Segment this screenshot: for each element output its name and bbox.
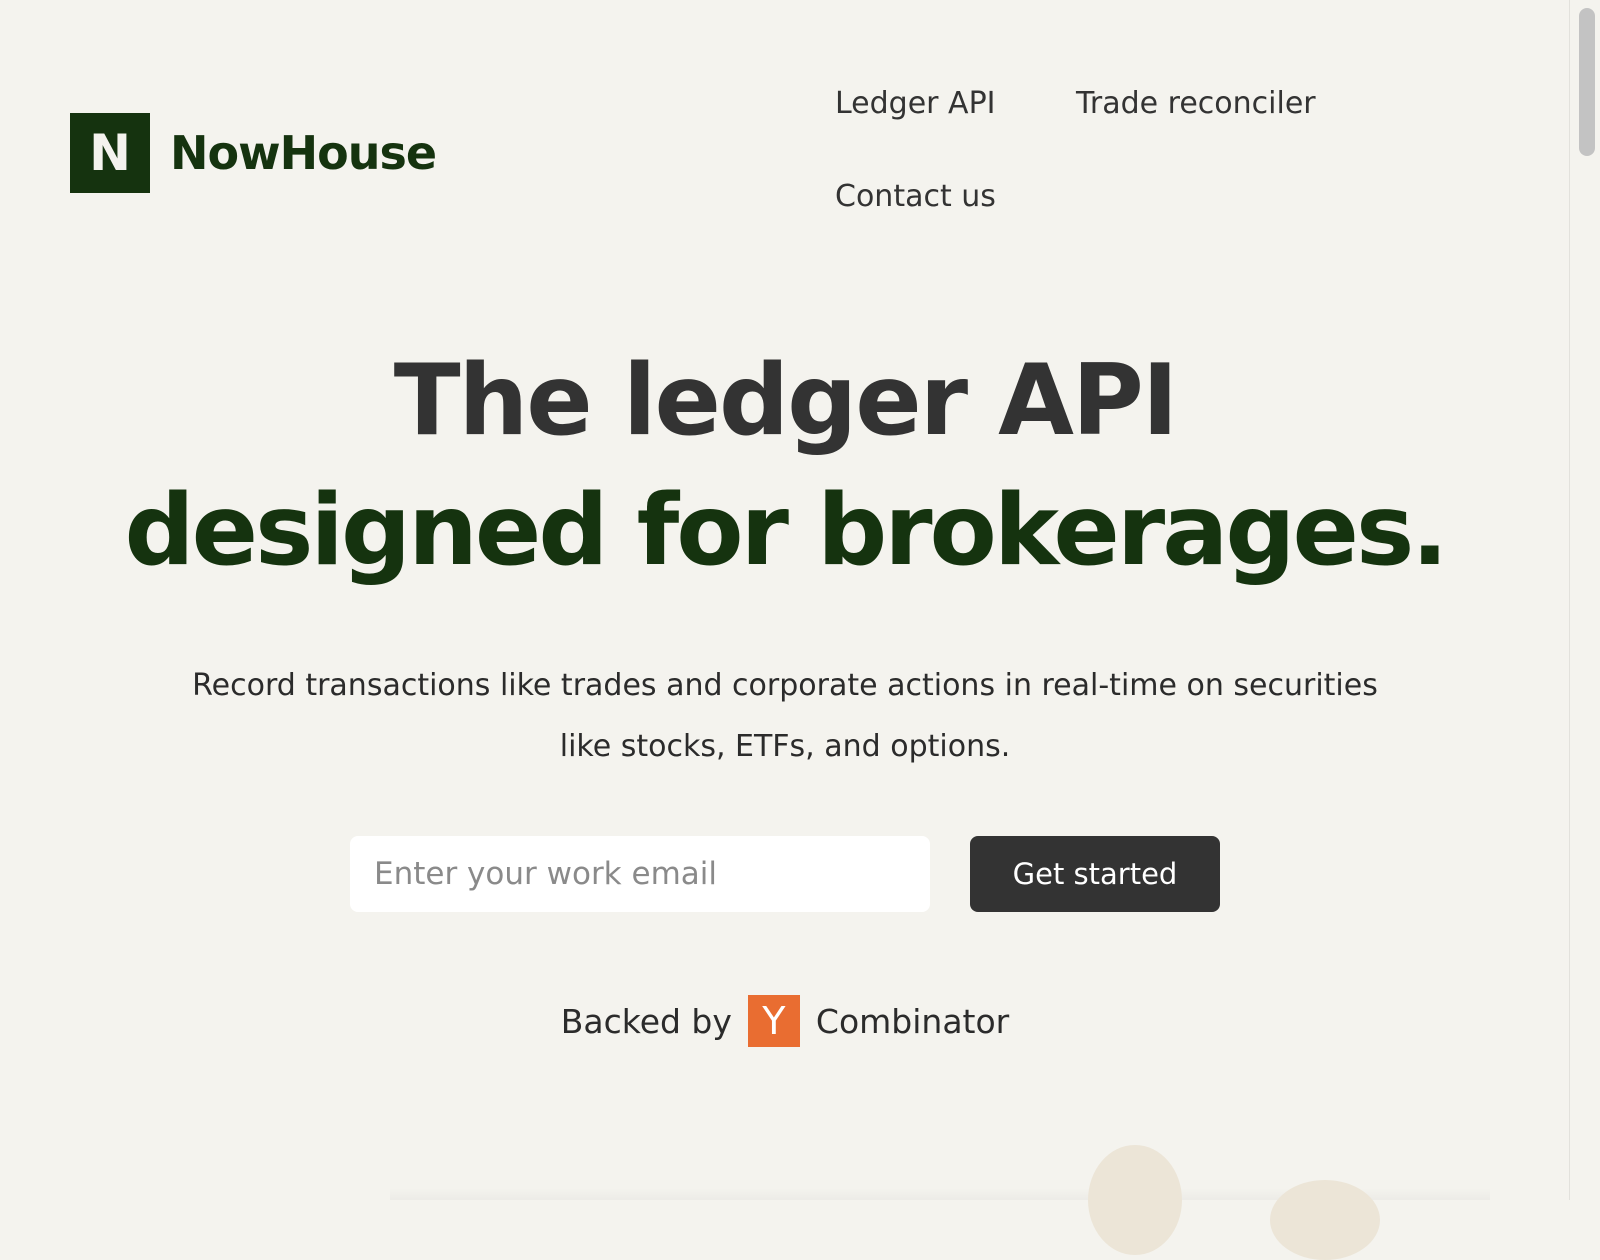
brand-mark-icon: N <box>70 113 150 193</box>
hero-title-line-1: The ledger API <box>393 344 1179 458</box>
nav-link-ledger-api[interactable]: Ledger API <box>835 86 996 121</box>
page-scrollbar[interactable] <box>1569 0 1600 1200</box>
work-email-input[interactable] <box>350 836 930 912</box>
hero-subtitle: Record transactions like trades and corp… <box>192 668 1378 764</box>
decorative-circle <box>1088 1145 1182 1255</box>
decorative-circle <box>1270 1180 1380 1260</box>
backed-by-badge: Backed by Y Combinator <box>0 995 1570 1047</box>
brand-logo-link[interactable]: N NowHouse <box>70 113 437 193</box>
nav-link-contact-us[interactable]: Contact us <box>835 179 996 214</box>
y-combinator-logo-icon: Y <box>747 995 800 1047</box>
nav-link-trade-reconciler[interactable]: Trade reconciler <box>1076 86 1316 121</box>
brand-name: NowHouse <box>170 126 437 180</box>
get-started-button[interactable]: Get started <box>970 836 1220 912</box>
backed-by-prefix: Backed by <box>560 1001 732 1041</box>
hero-title-line-2: designed for brokerages. <box>124 474 1448 588</box>
backed-by-suffix: Combinator <box>815 1001 1010 1041</box>
scrollbar-thumb[interactable] <box>1579 8 1595 156</box>
